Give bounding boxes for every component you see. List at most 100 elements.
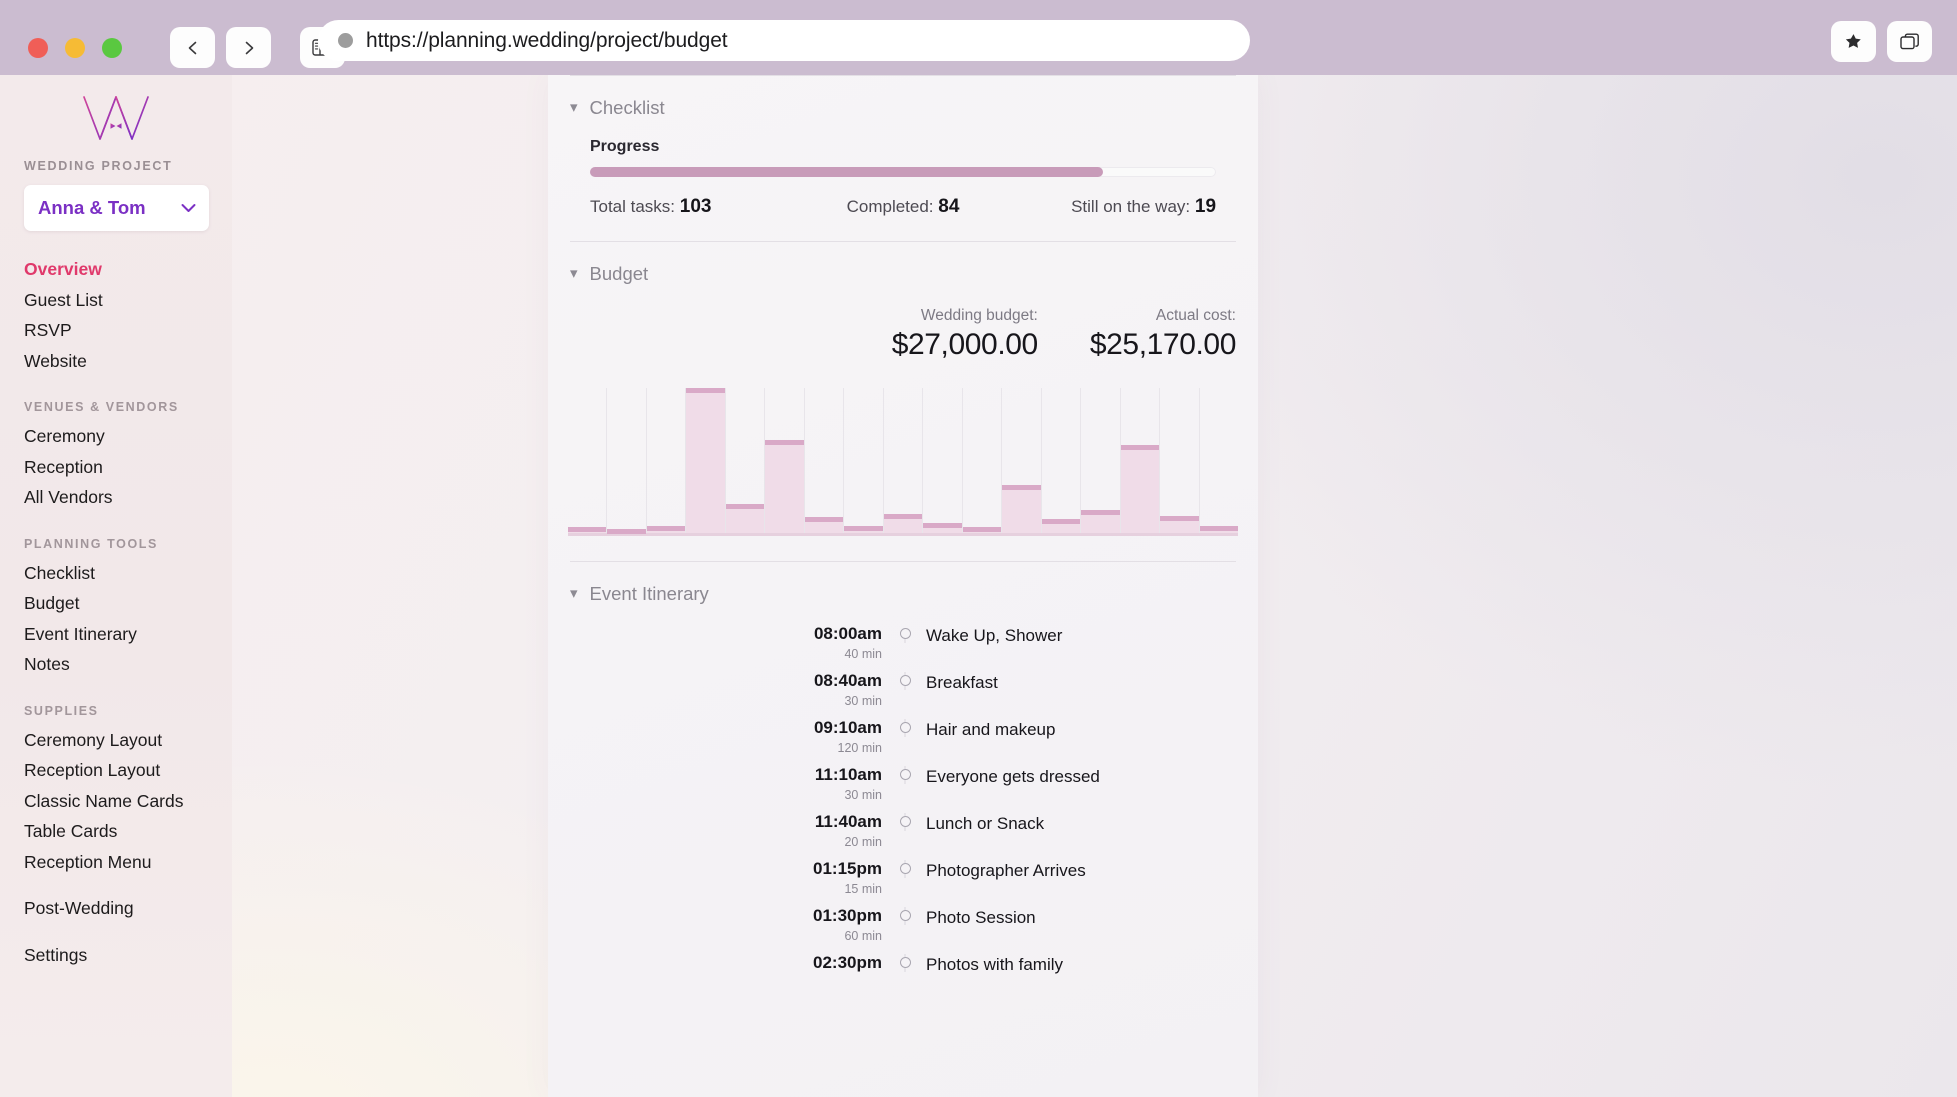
- sidebar-item-settings[interactable]: Settings: [24, 941, 232, 972]
- budget-bar[interactable]: [884, 514, 922, 533]
- itinerary-item[interactable]: 11:10am30 minEveryone gets dressed: [548, 766, 1258, 813]
- budget-bar[interactable]: [568, 527, 606, 533]
- circle-icon[interactable]: [900, 628, 911, 639]
- budget-bar[interactable]: [1081, 510, 1119, 533]
- budget-bar[interactable]: [1002, 485, 1040, 533]
- close-window-button[interactable]: [28, 38, 48, 58]
- sidebar-item-classic-name-cards[interactable]: Classic Name Cards: [24, 787, 232, 818]
- budget-summary: Wedding budget: $27,000.00 Actual cost: …: [570, 307, 1236, 362]
- budget-section-header[interactable]: ▾ Budget: [570, 241, 1236, 291]
- sidebar-item-all-vendors[interactable]: All Vendors: [24, 483, 232, 514]
- sidebar-item-notes[interactable]: Notes: [24, 650, 232, 681]
- overview-card: ▾ Checklist Progress Total tasks: 103 Co…: [548, 75, 1258, 1097]
- budget-bar[interactable]: [1160, 516, 1198, 533]
- itinerary-item[interactable]: 11:40am20 minLunch or Snack: [548, 813, 1258, 860]
- nav-spacer: [24, 878, 232, 894]
- itinerary-event-name: Breakfast: [917, 673, 998, 693]
- itinerary-title: Event Itinerary: [590, 583, 709, 605]
- chevron-down-icon: ▾: [570, 100, 578, 115]
- budget-bar[interactable]: [686, 388, 724, 533]
- itinerary-timeline-marker: [893, 954, 917, 968]
- budget-bar[interactable]: [963, 527, 1001, 533]
- itinerary-list: 08:00am40 minWake Up, Shower08:40am30 mi…: [548, 625, 1258, 1001]
- itinerary-time: 11:10am: [548, 766, 882, 785]
- sidebar-item-reception-menu[interactable]: Reception Menu: [24, 848, 232, 879]
- budget-bar[interactable]: [805, 517, 843, 533]
- budget-bar[interactable]: [607, 529, 645, 533]
- sidebar-item-event-itinerary[interactable]: Event Itinerary: [24, 620, 232, 651]
- checklist-section-header[interactable]: ▾ Checklist: [570, 75, 1236, 125]
- itinerary-time-column: 11:40am20 min: [548, 813, 893, 849]
- sidebar-item-budget[interactable]: Budget: [24, 589, 232, 620]
- bar-slot: [804, 388, 843, 533]
- circle-icon[interactable]: [900, 769, 911, 780]
- circle-icon[interactable]: [900, 816, 911, 827]
- checklist-section: ▾ Checklist Progress Total tasks: 103 Co…: [548, 75, 1258, 218]
- itinerary-event-name: Photographer Arrives: [917, 861, 1086, 881]
- budget-bar[interactable]: [765, 440, 803, 533]
- itinerary-section-header[interactable]: ▾ Event Itinerary: [570, 561, 1236, 611]
- wedding-budget-value: $27,000.00: [892, 328, 1038, 362]
- itinerary-item[interactable]: 01:15pm15 minPhotographer Arrives: [548, 860, 1258, 907]
- circle-icon[interactable]: [900, 957, 911, 968]
- bar-slot: [922, 388, 961, 533]
- navigation-buttons: [170, 27, 271, 68]
- sidebar-item-ceremony-layout[interactable]: Ceremony Layout: [24, 726, 232, 757]
- nav-group-label-venues: VENUES & VENDORS: [24, 400, 232, 414]
- project-selector[interactable]: Anna & Tom: [24, 185, 209, 231]
- circle-icon[interactable]: [900, 863, 911, 874]
- bar-slot: [646, 388, 685, 533]
- itinerary-item[interactable]: 08:00am40 minWake Up, Shower: [548, 625, 1258, 672]
- sidebar-item-checklist[interactable]: Checklist: [24, 559, 232, 590]
- forward-button[interactable]: [226, 27, 271, 68]
- bar-slot: [1080, 388, 1119, 533]
- itinerary-time: 11:40am: [548, 813, 882, 832]
- itinerary-duration: 15 min: [548, 882, 882, 896]
- budget-bar[interactable]: [1042, 519, 1080, 534]
- itinerary-time: 02:30pm: [548, 954, 882, 973]
- itinerary-time-column: 11:10am30 min: [548, 766, 893, 802]
- budget-bar[interactable]: [726, 504, 764, 533]
- sidebar-item-guest-list[interactable]: Guest List: [24, 286, 232, 317]
- sidebar-item-rsvp[interactable]: RSVP: [24, 316, 232, 347]
- budget-bar[interactable]: [923, 523, 961, 533]
- circle-icon[interactable]: [900, 675, 911, 686]
- budget-bar[interactable]: [647, 526, 685, 533]
- budget-bar[interactable]: [844, 526, 882, 533]
- itinerary-item[interactable]: 08:40am30 minBreakfast: [548, 672, 1258, 719]
- bar-slot: [843, 388, 882, 533]
- stat-completed: Completed: 84: [799, 196, 1008, 218]
- tab-overview-button[interactable]: [1887, 21, 1932, 62]
- sidebar-item-ceremony[interactable]: Ceremony: [24, 422, 232, 453]
- sidebar-item-website[interactable]: Website: [24, 347, 232, 378]
- minimize-window-button[interactable]: [65, 38, 85, 58]
- sidebar-item-table-cards[interactable]: Table Cards: [24, 817, 232, 848]
- back-button[interactable]: [170, 27, 215, 68]
- sidebar-item-reception[interactable]: Reception: [24, 453, 232, 484]
- stat-completed-label: Completed:: [847, 197, 934, 216]
- address-bar[interactable]: https://planning.wedding/project/budget: [318, 20, 1250, 61]
- circle-icon[interactable]: [900, 910, 911, 921]
- nav-group-label-supplies: SUPPLIES: [24, 704, 232, 718]
- itinerary-item[interactable]: 01:30pm60 minPhoto Session: [548, 907, 1258, 954]
- app-logo[interactable]: [24, 83, 232, 155]
- itinerary-duration: 30 min: [548, 694, 882, 708]
- budget-bar[interactable]: [1200, 526, 1238, 533]
- itinerary-timeline-marker: [893, 907, 917, 921]
- itinerary-item[interactable]: 02:30pmPhotos with family: [548, 954, 1258, 1001]
- sidebar-item-post-wedding[interactable]: Post-Wedding: [24, 894, 232, 925]
- itinerary-time-column: 08:00am40 min: [548, 625, 893, 661]
- progress-bar-fill: [590, 167, 1103, 177]
- itinerary-item[interactable]: 09:10am120 minHair and makeup: [548, 719, 1258, 766]
- sidebar-item-overview[interactable]: Overview: [24, 255, 232, 286]
- itinerary-timeline-marker: [893, 625, 917, 639]
- bar-slot: [1120, 388, 1159, 533]
- bookmark-button[interactable]: [1831, 21, 1876, 62]
- circle-icon[interactable]: [900, 722, 911, 733]
- itinerary-time-column: 02:30pm: [548, 954, 893, 973]
- sidebar-item-reception-layout[interactable]: Reception Layout: [24, 756, 232, 787]
- itinerary-time: 01:30pm: [548, 907, 882, 926]
- budget-bar[interactable]: [1121, 445, 1159, 533]
- window-controls: [28, 38, 122, 58]
- maximize-window-button[interactable]: [102, 38, 122, 58]
